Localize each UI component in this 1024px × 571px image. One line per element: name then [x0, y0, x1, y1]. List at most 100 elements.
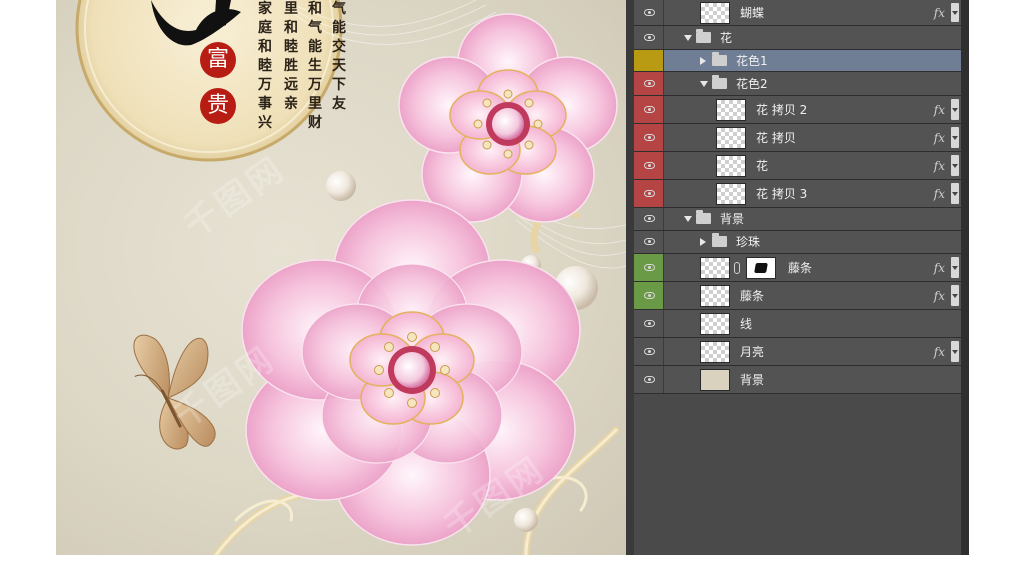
effects-toggle-arrow-icon[interactable] — [951, 183, 959, 204]
effects-toggle-arrow-icon[interactable] — [951, 285, 959, 306]
effects-toggle-arrow-icon[interactable] — [951, 257, 959, 278]
eye-icon — [644, 8, 655, 16]
visibility-toggle[interactable] — [634, 124, 664, 151]
layer-name: 花 拷贝 3 — [756, 186, 808, 201]
effects-toggle-arrow-icon[interactable] — [951, 127, 959, 148]
poem-column-4: 家庭和睦万事兴 — [258, 1, 272, 131]
layer-row[interactable]: 花 拷贝 2 fx — [634, 96, 961, 124]
eye-icon — [644, 347, 655, 355]
folder-icon — [712, 233, 727, 247]
layer-name: 线 — [740, 316, 753, 331]
poem-column-3: 里和睦胜远亲 — [284, 1, 298, 112]
layer-row[interactable]: 蝴蝶 fx — [634, 0, 961, 26]
visibility-toggle[interactable] — [634, 180, 664, 207]
layer-thumbnail — [716, 182, 746, 205]
panel-divider — [626, 0, 634, 555]
fx-icon[interactable]: fx — [934, 260, 945, 276]
layer-row[interactable]: 花 fx — [634, 152, 961, 180]
eye-icon — [644, 263, 655, 271]
layer-group-row[interactable]: 背景 — [634, 208, 961, 231]
visibility-toggle[interactable] — [634, 366, 664, 393]
visibility-toggle[interactable] — [634, 152, 664, 179]
artwork-canvas[interactable]: 富 贵 气能交天下友 和气能生万里财 里和睦胜远亲 家庭和睦万事兴 千图网 千图… — [56, 0, 626, 555]
layer-row[interactable]: 线 — [634, 310, 961, 338]
visibility-toggle[interactable] — [634, 72, 664, 95]
eye-icon — [644, 79, 655, 87]
layer-name: 花 — [756, 158, 769, 173]
visibility-toggle[interactable] — [634, 282, 664, 309]
fx-icon[interactable]: fx — [934, 288, 945, 304]
fx-icon[interactable]: fx — [934, 130, 945, 146]
layer-name: 花色2 — [736, 76, 768, 91]
visibility-toggle[interactable] — [634, 310, 664, 337]
layer-row[interactable]: 藤条 fx — [634, 282, 961, 310]
fx-icon[interactable]: fx — [934, 158, 945, 174]
visibility-toggle[interactable] — [634, 26, 664, 49]
expand-arrow-icon[interactable] — [700, 238, 706, 246]
layer-group-row[interactable]: 花色1 — [634, 50, 961, 72]
layer-name: 花 拷贝 — [756, 130, 796, 145]
layer-name: 花 — [720, 30, 733, 45]
layer-thumbnail — [700, 1, 730, 24]
effects-toggle-arrow-icon[interactable] — [951, 341, 959, 362]
fx-icon[interactable]: fx — [934, 102, 945, 118]
collapse-arrow-icon[interactable] — [700, 80, 708, 87]
layer-row[interactable]: 花 拷贝 3 fx — [634, 180, 961, 208]
layer-row[interactable]: 背景 — [634, 366, 961, 394]
layer-thumbnail — [700, 312, 730, 335]
layer-thumbnail — [700, 368, 730, 391]
layer-name: 背景 — [740, 372, 765, 387]
layer-name: 花 拷贝 2 — [756, 102, 808, 117]
layer-name: 花色1 — [736, 53, 768, 68]
visibility-toggle[interactable] — [634, 96, 664, 123]
visibility-toggle[interactable] — [634, 231, 664, 253]
layer-row[interactable]: 月亮 fx — [634, 338, 961, 366]
layer-name: 珍珠 — [736, 235, 761, 249]
layer-thumbnail — [716, 154, 746, 177]
seal-fu: 富 — [200, 42, 236, 78]
link-chain-icon[interactable] — [734, 261, 740, 274]
visibility-toggle[interactable] — [634, 254, 664, 281]
seal-gui: 贵 — [200, 88, 236, 124]
layer-group-row[interactable]: 花 — [634, 26, 961, 50]
folder-icon — [696, 210, 711, 224]
expand-arrow-icon[interactable] — [700, 56, 706, 65]
layer-name: 藤条 — [788, 260, 813, 275]
fx-icon[interactable]: fx — [934, 5, 945, 21]
layer-name: 蝴蝶 — [740, 5, 765, 20]
layer-name: 背景 — [720, 212, 745, 226]
eye-icon — [644, 133, 655, 141]
visibility-toggle[interactable] — [634, 338, 664, 365]
layer-name: 藤条 — [740, 288, 765, 303]
layer-mask-thumbnail[interactable] — [746, 256, 776, 279]
effects-toggle-arrow-icon[interactable] — [951, 155, 959, 176]
eye-icon — [644, 161, 655, 169]
layer-group-row[interactable]: 珍珠 — [634, 231, 961, 254]
eye-icon — [644, 319, 655, 327]
collapse-arrow-icon[interactable] — [684, 216, 692, 222]
eye-icon — [644, 215, 655, 222]
layer-row[interactable]: 藤条 fx — [634, 254, 961, 282]
eye-icon — [644, 189, 655, 197]
visibility-toggle[interactable] — [634, 0, 664, 25]
layer-group-row[interactable]: 花色2 — [634, 72, 961, 96]
layer-thumbnail — [700, 284, 730, 307]
visibility-toggle[interactable] — [634, 208, 664, 230]
folder-icon — [696, 28, 711, 43]
layer-row[interactable]: 花 拷贝 fx — [634, 124, 961, 152]
poem-column-1: 气能交天下友 — [332, 1, 346, 112]
layer-thumbnail — [716, 126, 746, 149]
effects-toggle-arrow-icon[interactable] — [951, 99, 959, 120]
fx-icon[interactable]: fx — [934, 344, 945, 360]
eye-icon — [644, 291, 655, 299]
layers-panel: 蝴蝶 fx 花花色1 花色2 花 拷贝 2 fx 花 拷贝 fx 花 fx 花 拷贝 3 fx 背景 珍珠… — [634, 0, 969, 555]
folder-icon — [712, 74, 727, 89]
fx-icon[interactable]: fx — [934, 186, 945, 202]
eye-icon — [644, 375, 655, 383]
collapse-arrow-icon[interactable] — [684, 34, 692, 41]
visibility-toggle[interactable] — [634, 50, 664, 71]
eye-icon — [644, 105, 655, 113]
layer-thumbnail — [700, 256, 730, 279]
layers-scrollbar[interactable] — [961, 0, 969, 555]
effects-toggle-arrow-icon[interactable] — [951, 3, 959, 22]
